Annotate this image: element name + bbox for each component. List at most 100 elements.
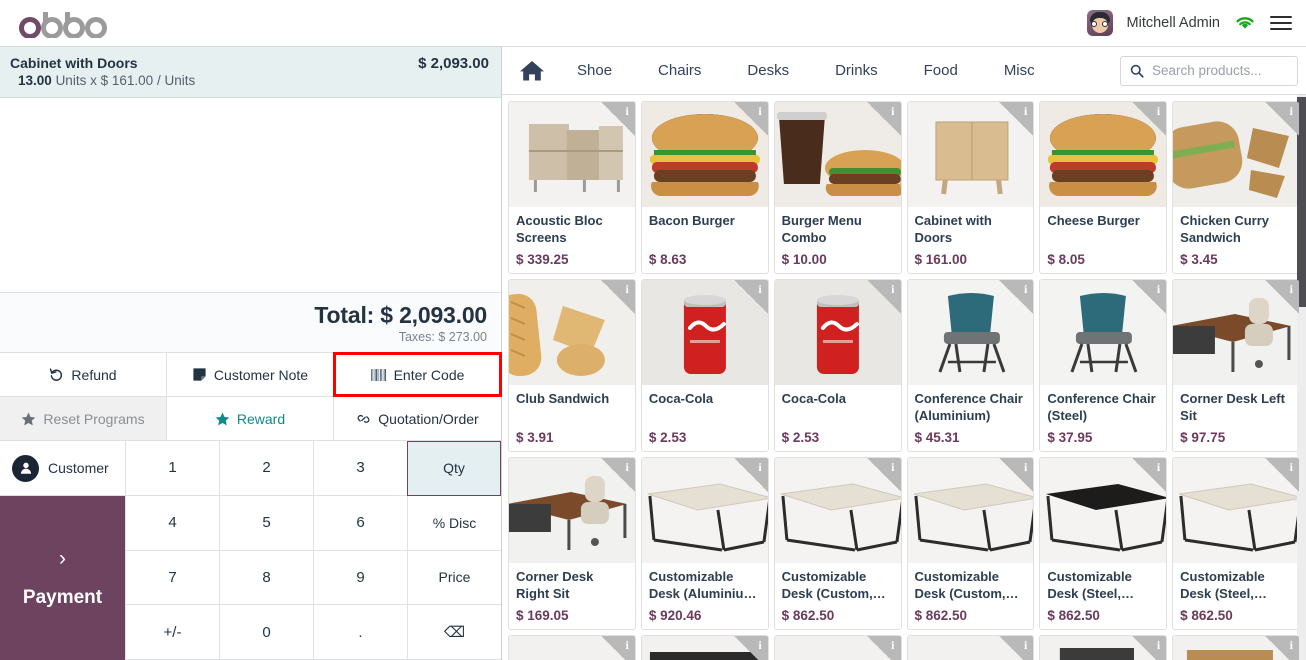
product-name: Customizable Desk (Custom,…: [781, 569, 886, 602]
category-tab-drinks[interactable]: Drinks: [812, 56, 901, 85]
product-info-icon[interactable]: i: [1265, 102, 1299, 136]
product-card[interactable]: i: [640, 635, 769, 660]
product-image: i: [1173, 280, 1299, 385]
refund-button[interactable]: Refund: [0, 353, 167, 396]
product-card[interactable]: i: [508, 635, 636, 660]
product-info-icon[interactable]: i: [733, 280, 768, 314]
product-info-icon[interactable]: i: [1132, 280, 1167, 314]
product-card[interactable]: i Acoustic Bloc Screens $ 339.25: [508, 101, 636, 274]
numpad-key-price[interactable]: Price: [407, 550, 501, 606]
product-name: Bacon Burger: [648, 213, 735, 228]
wifi-icon[interactable]: [1234, 14, 1256, 32]
avatar[interactable]: [1086, 10, 1113, 36]
product-info-icon[interactable]: i: [866, 458, 901, 492]
product-info-icon[interactable]: i: [1132, 102, 1167, 136]
product-card[interactable]: i Bacon Burger $ 8.63: [640, 101, 769, 274]
product-card[interactable]: i Burger Menu Combo $ 10.00: [773, 101, 902, 274]
product-info-icon[interactable]: i: [866, 280, 901, 314]
numpad-key-[interactable]: +/-: [125, 605, 219, 660]
product-card[interactable]: i Club Sandwich $ 3.91: [508, 279, 636, 452]
product-card[interactable]: i: [1172, 635, 1300, 660]
products-scrollbar[interactable]: [1297, 95, 1306, 660]
order-totals: Total: $ 2,093.00 Taxes: $ 273.00: [0, 292, 501, 352]
product-card[interactable]: i Conference Chair (Steel) $ 37.95: [1039, 279, 1168, 452]
category-tabs: Shoe Chairs Desks Drinks Food Misc: [554, 56, 1058, 85]
product-info-icon[interactable]: i: [1132, 458, 1167, 492]
numpad-key-9[interactable]: 9: [313, 550, 407, 606]
search-input[interactable]: Search products...: [1120, 55, 1298, 86]
product-info-icon[interactable]: i: [733, 458, 768, 492]
product-card[interactable]: i: [906, 635, 1035, 660]
product-card[interactable]: i Corner Desk Right Sit $ 169.05: [508, 457, 636, 630]
product-info-icon[interactable]: i: [1265, 280, 1299, 314]
hamburger-menu-icon[interactable]: [1270, 15, 1292, 31]
numpad-key-4[interactable]: 4: [125, 495, 219, 551]
product-card[interactable]: i Coca-Cola $ 2.53: [773, 279, 902, 452]
product-card[interactable]: i Corner Desk Left Sit $ 97.75: [1172, 279, 1300, 452]
reset-programs-button[interactable]: Reset Programs: [0, 397, 167, 440]
enter-code-button[interactable]: Enter Code: [333, 352, 502, 397]
numpad-key-8[interactable]: 8: [219, 550, 313, 606]
numpad-key-2[interactable]: 2: [219, 441, 313, 496]
numpad-keys: 1 2 3 Qty 4 5 6% Disc 7 8 9 Price +/- 0. ⌫: [125, 441, 501, 660]
product-card[interactable]: i: [1039, 635, 1168, 660]
category-tab-desks[interactable]: Desks: [724, 56, 812, 85]
product-card[interactable]: i Cabinet with Doors $ 161.00: [906, 101, 1035, 274]
product-card[interactable]: i Customizable Desk (Steel,… $ 862.50: [1172, 457, 1300, 630]
product-card[interactable]: i Chicken Curry Sandwich $ 3.45: [1172, 101, 1300, 274]
product-info-icon[interactable]: i: [600, 102, 635, 136]
numpad-key-[interactable]: ⌫: [407, 605, 501, 660]
control-row-2: Reset Programs Reward Quotation/Order: [0, 396, 501, 440]
customer-button[interactable]: Customer: [0, 441, 125, 496]
main-area: Cabinet with Doors 13.00 Units x $ 161.00…: [0, 47, 1306, 660]
numpad-key-7[interactable]: 7: [125, 550, 219, 606]
order-line[interactable]: Cabinet with Doors 13.00 Units x $ 161.00…: [0, 47, 501, 98]
quotation-order-button[interactable]: Quotation/Order: [334, 397, 501, 440]
category-tab-misc[interactable]: Misc: [981, 56, 1058, 85]
product-name: Customizable Desk (Custom,…: [914, 569, 1019, 602]
product-card[interactable]: i Customizable Desk (Aluminiu… $ 920.46: [640, 457, 769, 630]
numpad-key-3[interactable]: 3: [313, 441, 407, 496]
numpad-key-0[interactable]: 0: [219, 605, 313, 660]
category-tab-food[interactable]: Food: [901, 56, 981, 85]
numpad-key-5[interactable]: 5: [219, 495, 313, 551]
numpad-key-6[interactable]: 6: [313, 495, 407, 551]
category-tab-shoe[interactable]: Shoe: [554, 56, 635, 85]
product-image: i: [641, 636, 768, 660]
numpad-key-qty[interactable]: Qty: [407, 441, 501, 496]
product-info-icon[interactable]: i: [999, 102, 1034, 136]
product-card[interactable]: i Conference Chair (Aluminium) $ 45.31: [906, 279, 1035, 452]
product-image: i: [774, 636, 901, 660]
product-info-icon[interactable]: i: [866, 102, 901, 136]
product-card[interactable]: i Customizable Desk (Custom,… $ 862.50: [906, 457, 1035, 630]
product-info-icon[interactable]: i: [999, 636, 1034, 660]
product-info-icon[interactable]: i: [1265, 458, 1299, 492]
product-card[interactable]: i: [773, 635, 902, 660]
product-info-icon[interactable]: i: [733, 102, 768, 136]
numpad-key-[interactable]: .: [313, 605, 407, 660]
product-info-icon[interactable]: i: [600, 458, 635, 492]
customer-note-button[interactable]: Customer Note: [167, 353, 334, 396]
numpad-key-1[interactable]: 1: [125, 441, 219, 496]
product-card[interactable]: i Cheese Burger $ 8.05: [1039, 101, 1168, 274]
payment-button[interactable]: › Payment: [0, 496, 125, 660]
username-label[interactable]: Mitchell Admin: [1127, 15, 1220, 31]
numpad-key-disc[interactable]: % Disc: [407, 495, 501, 551]
product-info-icon[interactable]: i: [733, 636, 768, 660]
product-info-icon[interactable]: i: [600, 636, 635, 660]
product-info-icon[interactable]: i: [999, 458, 1034, 492]
product-info-icon[interactable]: i: [866, 636, 901, 660]
product-card[interactable]: i Customizable Desk (Steel,… $ 862.50: [1039, 457, 1168, 630]
product-card[interactable]: i Coca-Cola $ 2.53: [640, 279, 769, 452]
product-info-icon[interactable]: i: [1265, 636, 1299, 660]
product-info-icon[interactable]: i: [1132, 636, 1167, 660]
search-icon: [1130, 64, 1144, 78]
product-info-icon[interactable]: i: [999, 280, 1034, 314]
odoo-logo[interactable]: [18, 8, 114, 38]
reward-button[interactable]: Reward: [167, 397, 334, 440]
product-card[interactable]: i Customizable Desk (Custom,… $ 862.50: [773, 457, 902, 630]
home-icon[interactable]: [510, 59, 554, 83]
product-info-icon[interactable]: i: [600, 280, 635, 314]
category-tab-chairs[interactable]: Chairs: [635, 56, 724, 85]
customer-label: Customer: [48, 460, 109, 476]
